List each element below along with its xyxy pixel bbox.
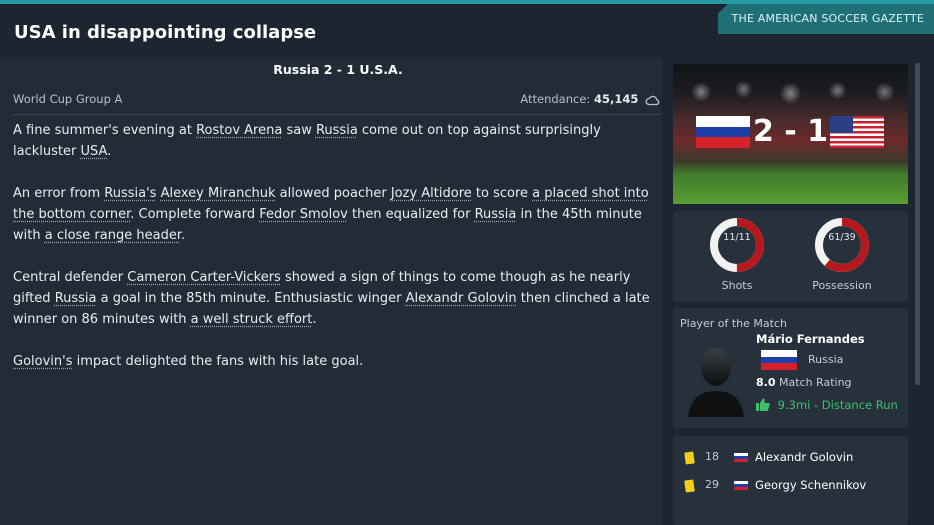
potm-rating-label: Match Rating: [779, 376, 852, 389]
report-link[interactable]: Rostov Arena: [196, 123, 282, 138]
event-player-name[interactable]: Georgy Schennikov: [755, 478, 866, 492]
event-player-name[interactable]: Alexandr Golovin: [755, 450, 853, 464]
report-link[interactable]: Russia's: [104, 186, 156, 201]
page-title: USA in disappointing collapse: [14, 22, 317, 43]
match-stats-card: 11/11 Shots 61/39 Possession: [673, 211, 908, 302]
usa-flag-icon: [830, 116, 884, 148]
russia-flag-icon: [734, 453, 748, 462]
thumbs-up-icon: [756, 398, 770, 411]
report-text: saw: [282, 123, 316, 138]
potm-rating: 8.0 Match Rating: [756, 376, 852, 389]
match-report: A fine summer's evening at Rostov Arena …: [13, 120, 653, 393]
match-events-card: 18 Alexandr Golovin 29 Georgy Schennikov: [673, 436, 908, 525]
report-text: to score: [471, 186, 533, 201]
attendance-label: Attendance:: [520, 92, 591, 106]
report-link[interactable]: Alexandr Golovin: [406, 291, 517, 306]
report-text: impact delighted the fans with his late …: [72, 354, 364, 369]
event-minute: 29: [705, 478, 719, 491]
score-banner: 2 - 1: [673, 64, 908, 204]
report-paragraph: Golovin's impact delighted the fans with…: [13, 351, 653, 372]
match-score-title: Russia 2 - 1 U.S.A.: [273, 62, 403, 77]
report-text: a goal in the 85th minute. Enthusiastic …: [96, 291, 406, 306]
report-link[interactable]: Jozy Altidore: [391, 186, 472, 201]
player-silhouette-icon: [688, 348, 744, 417]
player-of-the-match-card[interactable]: Player of the Match Mário Fernandes Russ…: [673, 308, 908, 428]
attendance-value: 45,145: [593, 92, 639, 106]
report-paragraph: An error from Russia's Alexey Miranchuk …: [13, 183, 653, 246]
report-text: . Complete forward: [130, 207, 260, 222]
report-text: An error from: [13, 186, 105, 201]
russia-flag-icon: [761, 350, 797, 370]
report-text: A fine summer's evening at: [13, 123, 197, 138]
report-link[interactable]: a close range header: [45, 228, 181, 243]
scrollbar[interactable]: [915, 63, 920, 385]
report-paragraph: A fine summer's evening at Rostov Arena …: [13, 120, 653, 162]
potm-nation: Russia: [808, 353, 844, 366]
report-link[interactable]: Golovin's: [13, 354, 72, 369]
report-link[interactable]: USA: [80, 144, 107, 159]
cloud-weather-icon: [645, 95, 660, 105]
report-link[interactable]: Russia: [475, 207, 517, 222]
event-minute: 18: [705, 450, 719, 463]
attendance: Attendance: 45,145: [520, 92, 661, 106]
report-link[interactable]: Alexey Miranchuk: [161, 186, 276, 201]
shots-donut: [710, 218, 764, 272]
potm-distance-text: 9.3mi - Distance Run: [777, 398, 898, 412]
possession-donut: [815, 218, 869, 272]
potm-distance: 9.3mi - Distance Run: [756, 398, 898, 412]
report-link[interactable]: Russia: [55, 291, 97, 306]
yellow-card-icon: [684, 479, 695, 493]
report-link[interactable]: a well struck effort: [191, 312, 313, 327]
shots-label: Shots: [721, 279, 753, 292]
match-info-row: World Cup Group A Attendance: 45,145: [13, 90, 661, 112]
event-row[interactable]: 29 Georgy Schennikov: [673, 476, 908, 496]
report-link[interactable]: Russia: [316, 123, 358, 138]
report-text: .: [107, 144, 112, 159]
yellow-card-icon: [684, 451, 695, 465]
russia-flag-icon: [734, 481, 748, 490]
divider: [13, 114, 661, 115]
event-row[interactable]: 18 Alexandr Golovin: [673, 448, 908, 468]
report-text: .: [180, 228, 186, 243]
potm-title: Player of the Match: [680, 317, 787, 330]
potm-player-name[interactable]: Mário Fernandes: [756, 332, 865, 346]
report-text: Central defender: [13, 270, 128, 285]
report-link[interactable]: Cameron Carter-Vickers: [127, 270, 281, 285]
news-source-badge: THE AMERICAN SOCCER GAZETTE: [717, 4, 934, 34]
possession-label: Possession: [812, 279, 872, 292]
report-text: then equalized for: [347, 207, 475, 222]
report-text: allowed poacher: [275, 186, 391, 201]
report-link[interactable]: Fedor Smolov: [259, 207, 348, 222]
potm-rating-value: 8.0: [756, 376, 776, 389]
possession-value: 61/39: [828, 232, 856, 243]
competition-link[interactable]: World Cup Group A: [13, 92, 122, 106]
report-paragraph: Central defender Cameron Carter-Vickers …: [13, 267, 653, 330]
report-text: .: [312, 312, 317, 327]
top-accent-bar: [0, 0, 934, 4]
shots-value: 11/11: [723, 232, 751, 243]
stadium-lights: [673, 78, 908, 106]
